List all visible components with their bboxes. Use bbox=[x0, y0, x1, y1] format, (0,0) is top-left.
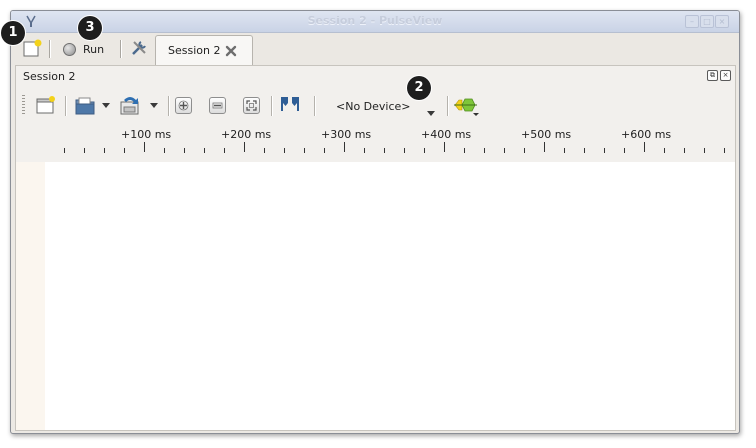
title-bar: Session 2 - PulseView – □ × bbox=[11, 11, 739, 33]
ruler-minor-tick bbox=[64, 148, 65, 153]
ruler-minor-tick bbox=[124, 148, 125, 153]
ruler-minor-tick bbox=[264, 148, 265, 153]
session-panel: Session 2 ⧉ × <No Device> +100 ms +200 m… bbox=[15, 65, 736, 431]
ruler-minor-tick bbox=[684, 148, 685, 153]
separator bbox=[49, 40, 50, 58]
restore-icon[interactable]: ⧉ bbox=[707, 70, 718, 81]
ruler-minor-tick bbox=[664, 148, 665, 153]
tab-session-2[interactable]: Session 2 bbox=[155, 35, 253, 66]
callout-2: 2 bbox=[407, 76, 431, 100]
ruler-minor-tick bbox=[104, 148, 105, 153]
zoom-in-glyph bbox=[178, 100, 189, 111]
ruler-minor-tick bbox=[484, 148, 485, 153]
separator bbox=[447, 96, 448, 116]
ruler-minor-tick bbox=[564, 148, 565, 153]
ruler-minor-tick bbox=[304, 148, 305, 153]
ruler-minor-tick bbox=[184, 148, 185, 153]
ruler-major-tick bbox=[344, 142, 345, 152]
trace-header-gutter bbox=[16, 162, 45, 430]
trace-view[interactable] bbox=[45, 162, 735, 430]
chevron-down-icon[interactable] bbox=[102, 103, 110, 108]
ruler-minor-tick bbox=[704, 148, 705, 153]
ruler-minor-tick bbox=[504, 148, 505, 153]
panel-title: Session 2 bbox=[23, 70, 76, 83]
ruler-minor-tick bbox=[624, 148, 625, 153]
callout-1: 1 bbox=[1, 21, 25, 45]
minimize-button[interactable]: – bbox=[685, 15, 699, 28]
zoom-fit-icon[interactable] bbox=[243, 97, 260, 114]
ruler-major-tick bbox=[244, 142, 245, 152]
main-tab-bar: Run Session 2 bbox=[11, 33, 739, 66]
run-button[interactable]: Run bbox=[63, 39, 104, 59]
ruler-minor-tick bbox=[204, 148, 205, 153]
ruler-minor-tick bbox=[84, 148, 85, 153]
application-window: Session 2 - PulseView – □ × Run Session … bbox=[10, 10, 740, 434]
open-folder-icon[interactable] bbox=[74, 94, 96, 116]
ruler-minor-tick bbox=[524, 148, 525, 153]
ruler-minor-tick bbox=[464, 148, 465, 153]
zoom-in-icon[interactable] bbox=[175, 97, 192, 114]
device-selector[interactable]: <No Device> bbox=[336, 100, 440, 116]
close-icon[interactable] bbox=[224, 44, 238, 58]
ruler-major-tick bbox=[644, 142, 645, 152]
ruler-minor-tick bbox=[584, 148, 585, 153]
ruler-minor-tick bbox=[324, 148, 325, 153]
ruler-major-tick bbox=[544, 142, 545, 152]
ruler-minor-tick bbox=[404, 148, 405, 153]
zoom-out-glyph bbox=[212, 102, 223, 109]
ruler-minor-tick bbox=[164, 148, 165, 153]
zoom-fit-glyph bbox=[246, 100, 257, 111]
chevron-down-icon[interactable] bbox=[150, 103, 158, 108]
callout-3: 3 bbox=[78, 16, 102, 40]
zoom-out-icon[interactable] bbox=[209, 97, 226, 114]
ruler-label: +600 ms bbox=[621, 128, 672, 141]
separator bbox=[271, 96, 272, 116]
tab-label: Session 2 bbox=[168, 44, 221, 57]
ruler-major-tick bbox=[144, 142, 145, 152]
ruler-label: +400 ms bbox=[421, 128, 472, 141]
new-view-icon[interactable] bbox=[34, 94, 56, 116]
run-status-dot bbox=[63, 42, 76, 56]
panel-controls: ⧉ × bbox=[707, 70, 731, 81]
ruler-label: +500 ms bbox=[521, 128, 572, 141]
toolbar-grip[interactable] bbox=[22, 95, 25, 115]
separator bbox=[65, 96, 66, 116]
ruler-label: +100 ms bbox=[121, 128, 172, 141]
settings-tools-icon[interactable] bbox=[129, 38, 149, 58]
ruler-minor-tick bbox=[224, 148, 225, 153]
maximize-button[interactable]: □ bbox=[700, 15, 714, 28]
ruler-minor-tick bbox=[284, 148, 285, 153]
ruler-minor-tick bbox=[424, 148, 425, 153]
separator bbox=[314, 96, 315, 116]
save-icon[interactable] bbox=[118, 94, 140, 116]
new-session-icon[interactable] bbox=[22, 39, 42, 59]
window-title: Session 2 - PulseView bbox=[307, 14, 443, 27]
run-label: Run bbox=[83, 42, 105, 56]
separator bbox=[120, 40, 121, 58]
ruler-minor-tick bbox=[604, 148, 605, 153]
ruler-minor-tick bbox=[724, 148, 725, 153]
window-close-button[interactable]: × bbox=[715, 15, 729, 28]
time-ruler: +100 ms +200 ms +300 ms +400 ms +500 ms +600 … bbox=[16, 124, 735, 161]
ruler-minor-tick bbox=[384, 148, 385, 153]
ruler-label: +200 ms bbox=[221, 128, 272, 141]
session-toolbar: <No Device> bbox=[16, 88, 735, 122]
ruler-major-tick bbox=[444, 142, 445, 152]
separator bbox=[168, 96, 169, 116]
cursor-pair-icon[interactable] bbox=[279, 94, 301, 116]
ruler-minor-tick bbox=[364, 148, 365, 153]
chevron-down-icon[interactable] bbox=[427, 111, 435, 116]
protocol-decoder-icon[interactable] bbox=[453, 94, 481, 116]
close-icon[interactable]: × bbox=[720, 70, 731, 81]
ruler-label: +300 ms bbox=[321, 128, 372, 141]
